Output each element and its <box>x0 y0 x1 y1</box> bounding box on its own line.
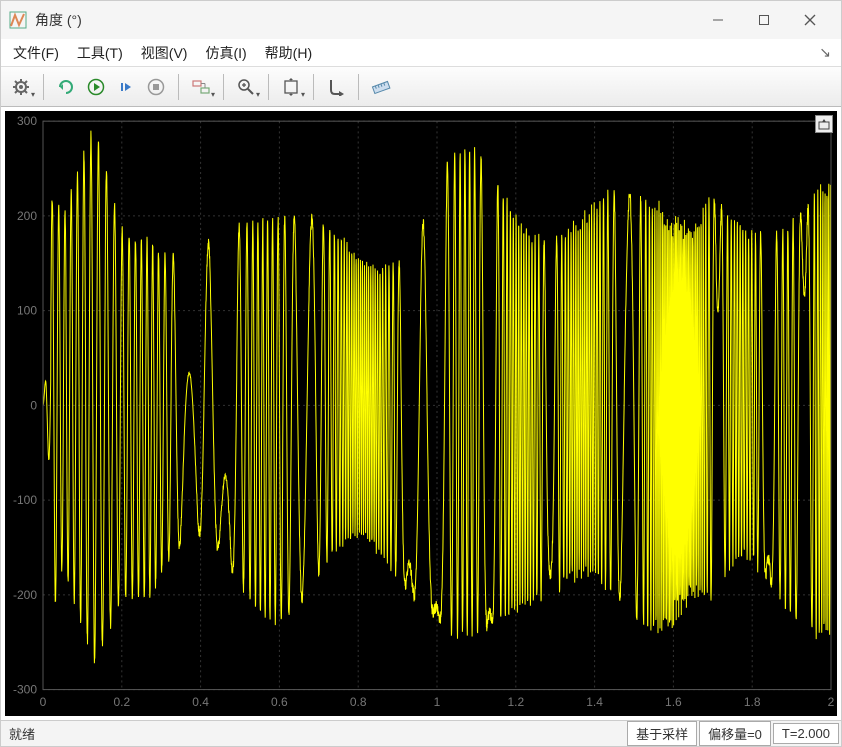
svg-text:200: 200 <box>17 209 37 223</box>
zoom-button[interactable]: ▾ <box>232 73 260 101</box>
ruler-button[interactable] <box>367 73 395 101</box>
autoscale-button[interactable]: ▾ <box>277 73 305 101</box>
svg-text:1.8: 1.8 <box>744 695 761 709</box>
svg-text:1.6: 1.6 <box>665 695 682 709</box>
plot-expand-icon[interactable] <box>815 115 833 133</box>
plot-area: -300 -200 -100 0 100 200 300 0 0.2 0.4 0.6 0.8 1 1.2 1… <box>1 107 841 720</box>
menu-file[interactable]: 文件(F) <box>11 41 61 65</box>
svg-text:1.2: 1.2 <box>507 695 524 709</box>
svg-text:-100: -100 <box>13 493 37 507</box>
svg-text:1: 1 <box>434 695 441 709</box>
status-time: T=2.000 <box>773 723 839 744</box>
svg-text:0: 0 <box>30 398 37 412</box>
stop-button[interactable] <box>142 73 170 101</box>
play-button[interactable] <box>82 73 110 101</box>
statusbar: 就绪 基于采样 偏移量=0 T=2.000 <box>1 720 841 746</box>
menu-help[interactable]: 帮助(H) <box>263 41 314 65</box>
signal-selector-button[interactable]: ▾ <box>187 73 215 101</box>
titlebar: 角度 (°) <box>1 1 841 39</box>
status-offset: 偏移量=0 <box>699 721 771 746</box>
maximize-button[interactable] <box>741 5 787 35</box>
svg-text:0.8: 0.8 <box>350 695 367 709</box>
rewind-button[interactable] <box>52 73 80 101</box>
minimize-button[interactable] <box>695 5 741 35</box>
cursor-measure-button[interactable] <box>322 73 350 101</box>
window-title: 角度 (°) <box>35 10 695 30</box>
scope-plot[interactable]: -300 -200 -100 0 100 200 300 0 0.2 0.4 0.6 0.8 1 1.2 1… <box>5 111 837 716</box>
svg-text:100: 100 <box>17 304 37 318</box>
menu-simulation[interactable]: 仿真(I) <box>203 41 248 65</box>
svg-text:0.6: 0.6 <box>271 695 288 709</box>
svg-text:0.4: 0.4 <box>192 695 209 709</box>
svg-text:1.4: 1.4 <box>586 695 603 709</box>
app-icon <box>9 11 27 29</box>
svg-text:2: 2 <box>828 695 835 709</box>
status-ready: 就绪 <box>1 724 627 743</box>
close-button[interactable] <box>787 5 833 35</box>
menu-overflow-icon[interactable]: ↘ <box>819 44 831 61</box>
svg-text:-200: -200 <box>13 588 37 602</box>
settings-button[interactable]: ▾ <box>7 73 35 101</box>
menubar: 文件(F) 工具(T) 视图(V) 仿真(I) 帮助(H) ↘ <box>1 39 841 67</box>
menu-tools[interactable]: 工具(T) <box>75 41 125 65</box>
status-sample: 基于采样 <box>627 721 697 746</box>
menu-view[interactable]: 视图(V) <box>139 41 190 65</box>
svg-text:0.2: 0.2 <box>113 695 130 709</box>
svg-text:0: 0 <box>40 695 47 709</box>
svg-text:-300: -300 <box>13 683 37 697</box>
step-forward-button[interactable] <box>112 73 140 101</box>
svg-text:300: 300 <box>17 114 37 128</box>
toolbar: ▾ ▾ ▾ ▾ <box>1 67 841 107</box>
